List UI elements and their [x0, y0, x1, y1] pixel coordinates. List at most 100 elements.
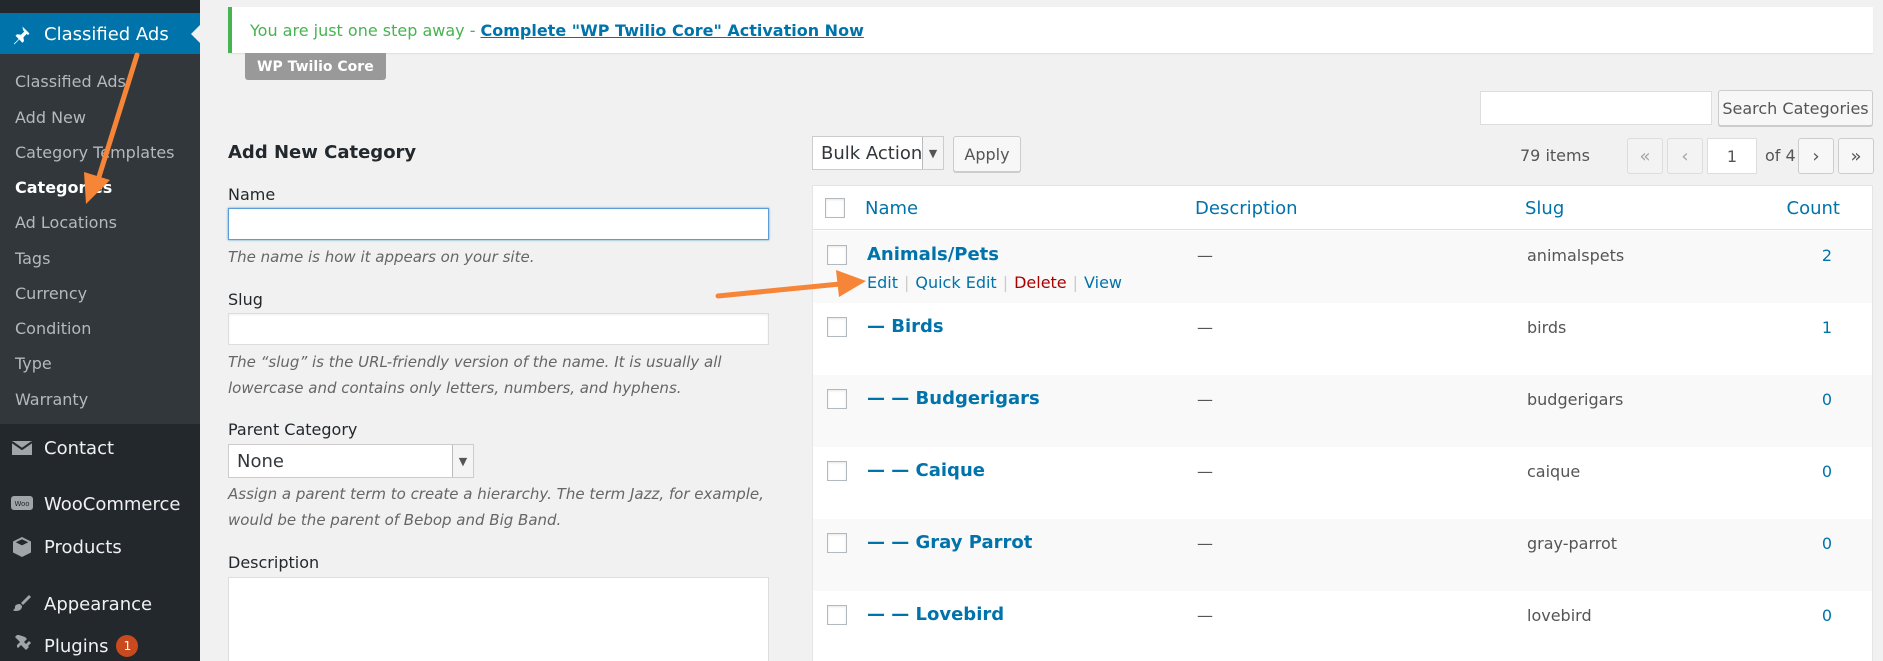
table-row: — Birds — birds 1 [813, 303, 1872, 375]
column-description[interactable]: Description [1195, 198, 1298, 219]
view-link[interactable]: View [1084, 273, 1122, 292]
quick-edit-link[interactable]: Quick Edit [915, 273, 996, 292]
slug-input[interactable] [228, 313, 769, 345]
apply-button[interactable]: Apply [953, 136, 1021, 172]
category-count[interactable]: 1 [1822, 318, 1832, 337]
bulk-actions-select[interactable]: Bulk Actions ▼ [812, 136, 944, 170]
submenu-warranty[interactable]: Warranty [15, 390, 88, 409]
delete-link[interactable]: Delete [1014, 273, 1067, 292]
chevron-down-icon: ▼ [922, 137, 943, 169]
submenu-tags[interactable]: Tags [15, 249, 50, 268]
admin-sidebar: Classified Ads Classified Ads Add New Ca… [0, 0, 200, 661]
activation-notice: You are just one step away - Complete "W… [228, 7, 1873, 53]
menu-classified-ads-label: Classified Ads [44, 23, 169, 45]
submenu-add-new[interactable]: Add New [15, 108, 86, 127]
woocommerce-icon: Woo [0, 494, 44, 514]
separator: | [1002, 273, 1009, 292]
row-checkbox[interactable] [827, 389, 847, 409]
separator: | [1072, 273, 1079, 292]
category-name-link[interactable]: — — Budgerigars [867, 388, 1040, 409]
category-slug: animalspets [1527, 246, 1625, 265]
submenu-currency[interactable]: Currency [15, 284, 87, 303]
name-input[interactable] [228, 208, 769, 240]
menu-woocommerce-label: WooCommerce [44, 493, 181, 515]
category-slug: caique [1527, 462, 1581, 481]
chevron-down-icon: ▼ [452, 445, 473, 477]
category-name-link[interactable]: — — Caique [867, 460, 985, 481]
total-pages: of 4 [1765, 146, 1796, 165]
edit-link[interactable]: Edit [867, 273, 898, 292]
bulk-actions-value: Bulk Actions [821, 142, 932, 164]
categories-table: Name Description Slug Count Animals/Pets… [812, 185, 1873, 661]
category-slug: budgerigars [1527, 390, 1624, 409]
description-textarea[interactable] [228, 577, 769, 661]
category-description: — [1197, 318, 1213, 337]
category-description: — [1197, 390, 1213, 409]
activation-link[interactable]: Complete "WP Twilio Core" Activation Now [480, 21, 863, 40]
category-count[interactable]: 0 [1822, 606, 1832, 625]
row-checkbox[interactable] [827, 461, 847, 481]
slug-description: The “slug” is the URL-friendly version o… [228, 353, 722, 397]
column-count[interactable]: Count [1787, 198, 1840, 219]
next-page-button[interactable]: › [1798, 138, 1834, 174]
prev-page-button[interactable]: ‹ [1667, 138, 1703, 174]
category-description: — [1197, 246, 1213, 265]
first-page-button[interactable]: « [1627, 138, 1663, 174]
menu-products-label: Products [44, 536, 122, 558]
search-categories-input[interactable] [1480, 91, 1712, 125]
menu-woocommerce[interactable]: Woo WooCommerce [0, 483, 200, 525]
menu-contact[interactable]: Contact [0, 427, 200, 469]
menu-appearance-label: Appearance [44, 593, 153, 615]
category-name-link[interactable]: Animals/Pets [867, 244, 999, 265]
current-page-input[interactable]: 1 [1707, 138, 1757, 174]
pushpin-icon [0, 23, 44, 45]
category-name-link[interactable]: — Birds [867, 316, 944, 337]
row-checkbox[interactable] [827, 533, 847, 553]
submenu-ad-locations[interactable]: Ad Locations [15, 213, 117, 232]
parent-category-description: Assign a parent term to create a hierarc… [228, 485, 764, 529]
submenu-category-templates[interactable]: Category Templates [15, 143, 175, 162]
table-row: — — Gray Parrot — gray-parrot 0 [813, 519, 1872, 591]
form-title: Add New Category [228, 142, 417, 163]
plugins-update-badge: 1 [116, 635, 139, 657]
category-count[interactable]: 0 [1822, 390, 1832, 409]
row-checkbox[interactable] [827, 605, 847, 625]
category-description: — [1197, 606, 1213, 625]
category-count[interactable]: 0 [1822, 534, 1832, 553]
plugin-tag: WP Twilio Core [245, 53, 386, 80]
column-name[interactable]: Name [865, 198, 918, 219]
category-count[interactable]: 0 [1822, 462, 1832, 481]
name-label: Name [228, 185, 276, 204]
brush-icon [0, 593, 44, 615]
slug-label: Slug [228, 290, 263, 309]
submenu-type[interactable]: Type [15, 354, 52, 373]
select-all-checkbox[interactable] [825, 198, 845, 218]
category-name-link[interactable]: — — Lovebird [867, 604, 1004, 625]
parent-category-label: Parent Category [228, 420, 358, 439]
row-checkbox[interactable] [827, 317, 847, 337]
column-slug[interactable]: Slug [1525, 198, 1564, 219]
table-row: — — Caique — caique 0 [813, 447, 1872, 519]
category-description: — [1197, 462, 1213, 481]
table-row: Animals/Pets — animalspets 2 Edit | Quick … [813, 231, 1872, 303]
parent-category-select[interactable]: None ▼ [228, 444, 474, 478]
row-checkbox[interactable] [827, 245, 847, 265]
submenu-condition[interactable]: Condition [15, 319, 91, 338]
submenu-categories[interactable]: Categories [15, 178, 112, 197]
category-count[interactable]: 2 [1822, 246, 1832, 265]
submenu-classified-ads[interactable]: Classified Ads [15, 72, 126, 91]
menu-appearance[interactable]: Appearance [0, 583, 200, 625]
search-categories-button[interactable]: Search Categories [1718, 90, 1873, 126]
menu-plugins[interactable]: Plugins 1 [0, 625, 200, 661]
menu-classified-ads[interactable]: Classified Ads [0, 13, 200, 55]
menu-products[interactable]: Products [0, 526, 200, 568]
description-label: Description [228, 553, 320, 572]
last-page-button[interactable]: » [1838, 138, 1874, 174]
items-count: 79 items [1520, 146, 1590, 165]
category-name-link[interactable]: — — Gray Parrot [867, 532, 1032, 553]
plugin-icon [0, 635, 44, 657]
menu-plugins-label: Plugins [44, 635, 109, 657]
parent-category-value: None [237, 450, 284, 472]
category-slug: lovebird [1527, 606, 1592, 625]
menu-contact-label: Contact [44, 437, 115, 459]
